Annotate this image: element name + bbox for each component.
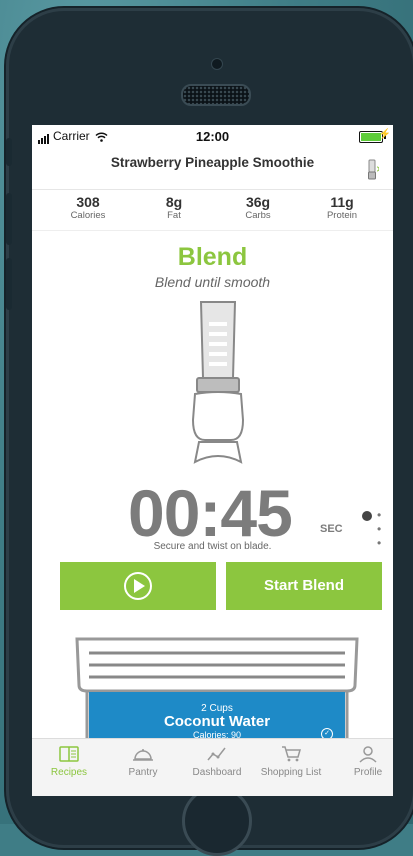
countdown-timer: 00:45 xyxy=(128,476,293,550)
cart-icon xyxy=(282,746,301,762)
ingredient-name: Coconut Water xyxy=(163,713,271,730)
tab-label: Recipes xyxy=(50,767,88,778)
step-title: Blend xyxy=(177,243,248,271)
nutrition-carbs: 36g Carbs xyxy=(223,194,293,222)
recipe-title: Strawberry Pineapple Smoothie xyxy=(110,155,315,170)
recipes-book-icon xyxy=(59,746,79,762)
nutrition-value: 36g xyxy=(245,194,271,210)
volume-up-button xyxy=(6,193,12,245)
timer-indicator-icon xyxy=(362,511,372,521)
nutrition-value: 8g xyxy=(165,194,183,210)
volume-down-button xyxy=(6,258,12,310)
step-instruction: Secure and twist on blade. xyxy=(153,541,272,552)
tab-label: Pantry xyxy=(128,767,158,778)
earpiece-speaker xyxy=(181,84,251,106)
nutrition-summary: 308 Calories 8g Fat 36g Carbs 11g Protei… xyxy=(32,190,393,231)
nutrition-fat: 8g Fat xyxy=(139,194,209,222)
app-screen: Carrier 12:00 ⚡ Strawberry Pineapple Smo… xyxy=(32,125,393,796)
tab-bar: Recipes Pantry Dashboard Shopping List P… xyxy=(32,738,393,796)
nutrition-value: 308 xyxy=(76,194,100,210)
status-bar: Carrier 12:00 ⚡ xyxy=(32,125,393,149)
blender-illustration-icon xyxy=(191,301,245,464)
nutrition-value: 11g xyxy=(330,194,354,210)
nutrition-label: Carbs xyxy=(245,210,271,221)
home-button[interactable] xyxy=(182,786,252,856)
tab-label: Dashboard xyxy=(192,767,242,778)
timer-unit: SEC xyxy=(320,523,343,535)
nutrition-protein: 11g Protein xyxy=(307,194,377,222)
line-chart-icon xyxy=(207,747,226,761)
person-icon xyxy=(359,746,377,763)
play-button[interactable] xyxy=(60,562,216,610)
charging-icon: ⚡ xyxy=(378,129,391,140)
blender-connected-icon[interactable] xyxy=(367,159,379,181)
cloche-icon xyxy=(133,749,153,761)
status-time: 12:00 xyxy=(195,129,230,144)
ingredient-card[interactable]: 2 Cups Coconut Water Calories: 90 ✓ xyxy=(89,692,345,740)
tab-label: Profile xyxy=(353,767,383,778)
nutrition-label: Fat xyxy=(167,210,181,221)
play-triangle-icon xyxy=(134,579,145,593)
step-subtitle: Blend until smooth xyxy=(154,274,271,290)
front-camera xyxy=(211,58,223,70)
nutrition-label: Calories xyxy=(70,210,106,221)
nutrition-label: Protein xyxy=(326,210,358,221)
mute-switch xyxy=(6,138,12,166)
nutrition-calories: 308 Calories xyxy=(53,194,123,222)
recipe-header: Strawberry Pineapple Smoothie xyxy=(32,149,393,190)
tab-pantry[interactable]: Pantry xyxy=(107,745,179,778)
tab-shopping-list[interactable]: Shopping List xyxy=(255,745,327,778)
phone-frame: Carrier 12:00 ⚡ Strawberry Pineapple Smo… xyxy=(6,8,413,856)
tab-recipes[interactable]: Recipes xyxy=(33,745,105,778)
tab-label: Shopping List xyxy=(260,767,322,778)
tab-profile[interactable]: Profile xyxy=(332,745,393,778)
tab-dashboard[interactable]: Dashboard xyxy=(181,745,253,778)
start-blend-button[interactable]: Start Blend xyxy=(226,562,382,610)
